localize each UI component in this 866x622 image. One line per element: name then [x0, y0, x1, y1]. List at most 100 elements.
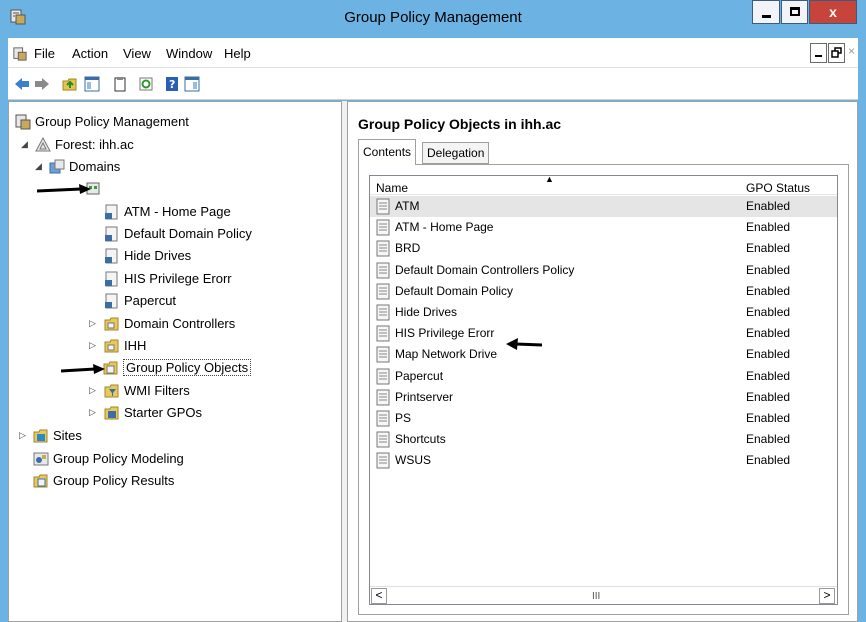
expand-icon[interactable]: ▷	[89, 319, 97, 328]
menu-help[interactable]: Help	[224, 46, 251, 61]
expand-icon[interactable]: ▷	[89, 408, 97, 417]
annotation-arrow	[37, 184, 91, 194]
gpo-name: Hide Drives	[395, 305, 458, 319]
svg-text:?: ?	[169, 78, 175, 91]
table-row[interactable]: PS Enabled	[370, 408, 837, 429]
clipboard-icon[interactable]	[112, 76, 128, 92]
forward-arrow-icon[interactable]	[34, 76, 50, 92]
scroll-right-button[interactable]: >	[819, 588, 835, 604]
tab-panel: Name ▲ GPO Status ATM Enabled ATM - Home P…	[358, 164, 849, 615]
window-title: Group Policy Management	[344, 9, 522, 26]
table-row[interactable]: Printserver Enabled	[370, 387, 837, 408]
tab-contents[interactable]: Contents	[358, 139, 417, 165]
tree-label: Group Policy Modeling	[53, 451, 184, 466]
table-row[interactable]: WSUS Enabled	[370, 450, 837, 471]
collapse-icon[interactable]: ◢	[21, 140, 29, 149]
gpm-icon	[15, 114, 31, 130]
gpo-name: ATM - Home Page	[395, 220, 494, 235]
toolbar: ?	[8, 68, 858, 100]
table-row[interactable]: ATM Enabled	[370, 196, 837, 217]
menu-window[interactable]: Window	[166, 46, 212, 61]
modeling-icon	[33, 452, 49, 466]
horizontal-scrollbar[interactable]: < III >	[370, 586, 837, 604]
scroll-left-button[interactable]: <	[371, 588, 387, 604]
tree-label: ATM - Home Page	[124, 204, 231, 219]
column-label: Name	[376, 181, 409, 195]
back-arrow-icon[interactable]	[14, 76, 30, 92]
annotation-arrow	[506, 338, 542, 350]
help-icon[interactable]: ?	[164, 76, 180, 92]
close-button[interactable]: x	[809, 0, 857, 24]
expand-icon[interactable]: ▷	[89, 341, 97, 350]
column-header-name[interactable]: Name ▲	[370, 174, 740, 195]
app-window: Group Policy Management x File Action Vi…	[0, 0, 866, 622]
gpo-icon	[376, 389, 390, 406]
gpo-name: Map Network Drive	[395, 347, 498, 362]
gpo-icon	[376, 431, 390, 448]
maximize-button[interactable]	[781, 0, 808, 24]
tree-label: Default Domain Policy	[124, 226, 252, 241]
gpo-name: Shortcuts	[395, 432, 446, 447]
mdi-close-icon[interactable]: ×	[848, 44, 855, 58]
sort-ascending-icon: ▲	[545, 174, 554, 184]
gpo-icon	[376, 283, 390, 300]
table-row[interactable]: Default Domain Policy Enabled	[370, 281, 837, 302]
table-row[interactable]: BRD Enabled	[370, 238, 837, 259]
gpo-status: Enabled	[746, 389, 791, 404]
system-menu-icon[interactable]	[13, 47, 27, 61]
gpo-icon	[376, 219, 390, 236]
menu-file[interactable]: File	[34, 46, 55, 61]
expand-icon[interactable]: ▷	[89, 386, 97, 395]
gpo-name: Default Domain Controllers Policy	[395, 262, 575, 277]
minimize-button[interactable]	[752, 0, 780, 24]
tree-label: Group Policy Objects	[123, 359, 252, 376]
table-row[interactable]: Shortcuts Enabled	[370, 429, 837, 450]
sites-icon	[33, 429, 48, 443]
table-row[interactable]: Hide Drives Enabled	[370, 302, 837, 323]
tree-label: Group Policy Results	[53, 473, 175, 488]
tree-label: Domain Controllers	[124, 316, 236, 331]
table-row[interactable]: Papercut Enabled	[370, 366, 837, 387]
collapse-icon[interactable]: ◢	[35, 162, 43, 171]
gpo-status: Enabled	[746, 368, 791, 383]
mdi-restore-button[interactable]	[828, 43, 845, 63]
console-tree[interactable]: Group Policy Management ◢ Forest: ihh.ac…	[8, 101, 342, 622]
show-hide-tree-icon[interactable]	[84, 76, 100, 92]
gpo-status: Enabled	[746, 347, 791, 362]
expand-icon[interactable]: ▷	[19, 431, 27, 440]
gpo-icon	[376, 410, 390, 427]
tab-delegation[interactable]: Delegation	[422, 142, 490, 164]
table-row[interactable]: ATM - Home Page Enabled	[370, 217, 837, 238]
table-row[interactable]: HIS Privilege Erorr Enabled	[370, 323, 837, 344]
title-bar[interactable]: Group Policy Management x	[0, 0, 866, 38]
column-header-status[interactable]: GPO Status	[740, 176, 837, 195]
gpo-status: Enabled	[746, 262, 791, 277]
menu-view[interactable]: View	[123, 46, 151, 61]
domains-icon	[49, 159, 65, 174]
table-row[interactable]: Map Network Drive Enabled	[370, 344, 837, 365]
column-label: GPO Status	[746, 181, 811, 195]
gpo-name: WSUS	[395, 453, 431, 468]
up-folder-icon[interactable]	[62, 76, 78, 92]
menu-action[interactable]: Action	[72, 46, 108, 61]
gpo-link-icon	[105, 293, 118, 309]
table-row[interactable]: Default Domain Controllers Policy Enabled	[370, 260, 837, 281]
gpo-name: BRD	[395, 241, 421, 256]
minimize-icon	[762, 15, 771, 18]
gpo-status: Enabled	[746, 411, 791, 425]
show-hide-action-pane-icon[interactable]	[184, 76, 200, 92]
gpo-link-icon	[105, 226, 118, 242]
starter-gpo-icon	[104, 406, 119, 420]
tree-label: Sites	[53, 428, 82, 443]
forest-icon	[35, 137, 51, 152]
refresh-icon[interactable]	[138, 76, 154, 92]
gpo-icon	[376, 368, 390, 385]
gpo-container-icon	[103, 361, 118, 375]
mdi-minimize-button[interactable]	[810, 43, 827, 63]
gpo-list[interactable]: Name ▲ GPO Status ATM Enabled ATM - Home P…	[369, 174, 838, 605]
tree-label: Group Policy Management	[35, 114, 189, 129]
maximize-icon	[790, 7, 800, 16]
gpo-name: HIS Privilege Erorr	[395, 326, 495, 341]
scroll-thumb-grip[interactable]: III	[592, 591, 600, 602]
gpo-icon	[376, 346, 390, 363]
